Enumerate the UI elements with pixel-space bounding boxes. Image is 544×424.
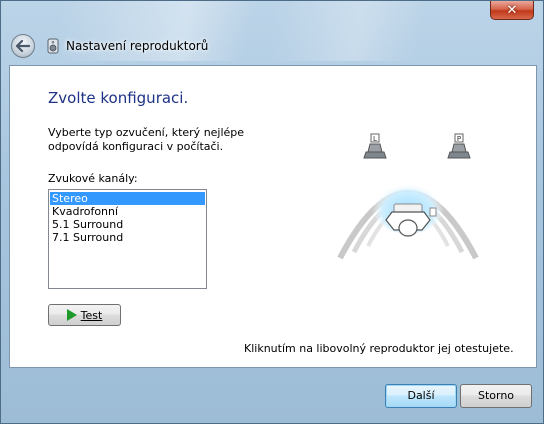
left-speaker[interactable] [367, 143, 383, 153]
list-item[interactable]: Kvadrofonní [50, 205, 205, 218]
cancel-button[interactable]: Storno [460, 384, 532, 408]
close-icon: ✕ [506, 2, 518, 18]
list-item[interactable]: 7.1 Surround [50, 231, 205, 244]
channels-listbox[interactable]: Stereo Kvadrofonní 5.1 Surround 7.1 Surr… [48, 189, 207, 289]
window-title: Nastavení reproduktorů [66, 39, 209, 53]
hint-text: Kliknutím na libovolný reproduktor jej o… [244, 342, 514, 355]
right-speaker[interactable] [451, 143, 467, 153]
instruction-text: Vyberte typ ozvučení, který nejlépe odpo… [48, 126, 245, 153]
content-panel: Zvolte konfiguraci. Vyberte typ ozvučení… [9, 65, 537, 368]
test-button[interactable]: Test [48, 304, 121, 326]
back-button[interactable] [11, 34, 35, 58]
list-item[interactable]: Stereo [50, 192, 205, 205]
right-speaker-label: P [457, 135, 461, 143]
left-speaker-label: L [373, 135, 377, 143]
next-button[interactable]: Další [385, 384, 457, 408]
speaker-diagram: L P [337, 133, 479, 260]
channels-label: Zvukové kanály: [48, 172, 138, 185]
speaker-icon [47, 38, 59, 54]
list-item[interactable]: 5.1 Surround [50, 218, 205, 231]
test-button-label: Test [80, 308, 103, 322]
back-arrow-icon [16, 40, 30, 52]
window-frame: ✕ Nastavení reproduktorů Zvolte konfigur… [0, 0, 544, 424]
close-button[interactable]: ✕ [490, 1, 534, 20]
play-icon [66, 309, 77, 321]
page-heading: Zvolte konfiguraci. [48, 89, 189, 107]
